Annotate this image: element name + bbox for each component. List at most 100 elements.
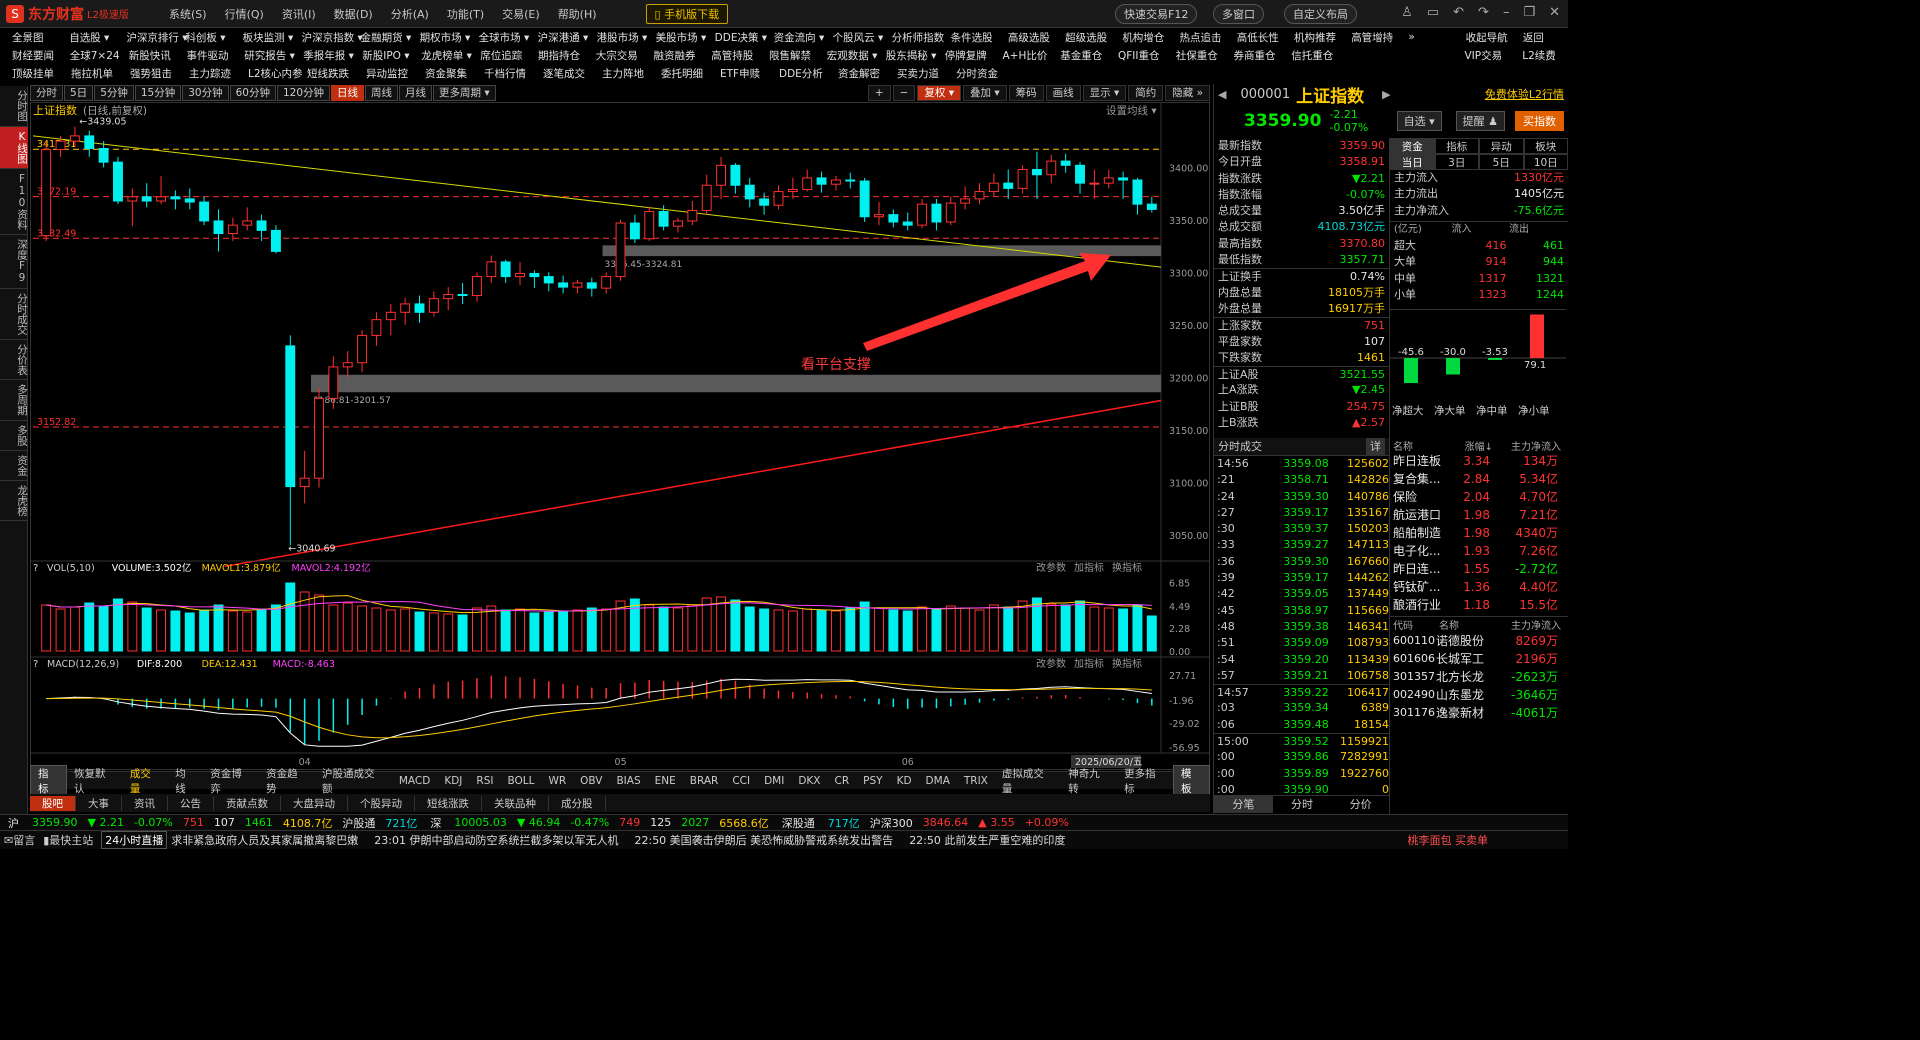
nav3-item-1[interactable]: 拖拉机单 <box>59 66 118 81</box>
menu-item-3[interactable]: 数据(D) <box>325 6 382 22</box>
candle-body[interactable] <box>859 180 870 218</box>
downtrend-line[interactable] <box>32 135 1162 268</box>
volume-bar[interactable] <box>874 607 884 652</box>
volume-bar[interactable] <box>328 604 339 652</box>
nav2-item-14[interactable]: 宏观数据 ▾ <box>815 48 878 63</box>
indicator-tab-27[interactable]: 模板 <box>1173 764 1210 797</box>
candle-body[interactable] <box>428 298 439 313</box>
volume-bar[interactable] <box>586 607 597 652</box>
volume-bar[interactable] <box>629 598 640 652</box>
nav2-item-6[interactable]: 新股IPO ▾ <box>350 48 409 63</box>
volume-bar[interactable] <box>84 602 95 652</box>
nav2-item-9[interactable]: 期指持仓 <box>526 48 584 63</box>
menu-item-6[interactable]: 交易(E) <box>493 6 549 22</box>
volume-bar[interactable] <box>357 605 368 652</box>
buy-index-button[interactable]: 买指数 <box>1515 111 1564 131</box>
candle-body[interactable] <box>400 303 411 313</box>
left-tab-4[interactable]: 分时成交 <box>0 289 28 340</box>
chart-tool-4[interactable]: 筹码 <box>1008 85 1044 101</box>
tick-tab-0[interactable]: 分笔 <box>1214 796 1273 813</box>
candle-body[interactable] <box>888 214 899 223</box>
volume-bar[interactable] <box>227 610 238 652</box>
vol-help-icon[interactable]: ? <box>33 563 38 574</box>
left-tab-3[interactable]: 深度F9 <box>0 235 28 289</box>
chart-tool-8[interactable]: 隐藏 » <box>1165 85 1210 101</box>
volume-bar[interactable] <box>1118 608 1129 652</box>
volume-bar[interactable] <box>270 604 281 652</box>
info-tab-2[interactable]: 资讯 <box>122 795 168 811</box>
candle-body[interactable] <box>342 362 353 368</box>
candle-body[interactable] <box>1132 179 1143 205</box>
volume-bar[interactable] <box>773 609 784 652</box>
candle-body[interactable] <box>615 222 626 278</box>
volume-bar[interactable] <box>945 605 956 652</box>
support-zone[interactable] <box>311 374 1161 393</box>
indicator-tab-19[interactable]: CR <box>828 775 857 787</box>
nav1-item-15[interactable]: 分析师指数 <box>880 30 945 45</box>
l2-trial-link[interactable]: 免费体验L2行情 <box>1485 86 1564 102</box>
nav1-item-16[interactable]: 条件选股 <box>939 30 996 45</box>
candle-body[interactable] <box>98 148 109 163</box>
nav1-item-4[interactable]: 板块监测 ▾ <box>231 30 294 45</box>
candle-body[interactable] <box>156 196 167 202</box>
candle-body[interactable] <box>256 220 267 231</box>
nav3-item-11[interactable]: 委托明细 <box>649 66 708 81</box>
indicator-tab-26[interactable]: 更多指标 <box>1117 766 1173 796</box>
volume-bar[interactable] <box>113 598 123 652</box>
candle-body[interactable] <box>586 282 597 289</box>
indicator-tab-17[interactable]: DMI <box>757 775 791 787</box>
sector-list[interactable]: 昨日连板 3.34 134万 复合集... 2.84 5.34亿 保险 2.04 4.70亿 航运… <box>1390 452 1568 614</box>
left-tab-6[interactable]: 多周期 <box>0 380 28 421</box>
volume-bar[interactable] <box>1146 615 1157 652</box>
period-tab-6[interactable]: 120分钟 <box>277 85 331 101</box>
left-tab-5[interactable]: 分价表 <box>0 340 28 380</box>
candle-body[interactable] <box>1089 182 1100 185</box>
candle-body[interactable] <box>55 140 66 151</box>
candle-body[interactable] <box>242 220 253 226</box>
candle-body[interactable] <box>199 201 210 222</box>
candle-body[interactable] <box>213 220 224 235</box>
candle-body[interactable] <box>1046 160 1057 176</box>
indicator-tab-0[interactable]: 指标 <box>30 764 67 797</box>
period-tab-2[interactable]: 5分钟 <box>94 85 134 101</box>
period-tab-7[interactable]: 日线 <box>331 85 365 101</box>
candle-body[interactable] <box>1031 169 1042 176</box>
fund-tab-3[interactable]: 板块 <box>1523 138 1568 154</box>
info-tab-9[interactable]: 成分股 <box>549 795 606 811</box>
fund-period-1[interactable]: 3日 <box>1434 154 1479 170</box>
ma-settings[interactable]: 设置均线 ▾ <box>1106 104 1157 117</box>
chart-tool-2[interactable]: 复权 ▾ <box>917 85 962 101</box>
candle-body[interactable] <box>874 214 884 218</box>
volume-bar[interactable] <box>1103 607 1114 652</box>
indicator-tab-1[interactable]: 恢复默认 <box>67 766 123 796</box>
stock-row[interactable]: 301357 北方长龙 -2623万 <box>1390 668 1568 686</box>
candle-body[interactable] <box>759 198 770 206</box>
stock-row[interactable]: 600110 诺德股份 8269万 <box>1390 632 1568 650</box>
nav3-item-8[interactable]: 千档行情 <box>472 66 531 81</box>
menu-item-1[interactable]: 行情(Q) <box>216 6 273 22</box>
volume-bar[interactable] <box>170 610 181 652</box>
nav3-item-2[interactable]: 强势狙击 <box>118 66 177 81</box>
nav1-item-12[interactable]: DDE决策 ▾ <box>703 30 767 45</box>
nav1-item-20[interactable]: 热点追击 <box>1168 30 1225 45</box>
volume-bar[interactable] <box>141 607 152 652</box>
uptrend-line[interactable] <box>224 399 1162 568</box>
volume-bar[interactable] <box>414 611 425 652</box>
candle-body[interactable] <box>687 209 698 222</box>
indicator-tab-22[interactable]: DMA <box>919 775 957 787</box>
volume-bar[interactable] <box>644 604 655 652</box>
minimize-icon[interactable]: – <box>1503 5 1510 20</box>
nav1-item-0[interactable]: 全景图 <box>0 30 57 45</box>
nav2-item-5[interactable]: 季报年报 ▾ <box>291 48 354 63</box>
candle-body[interactable] <box>515 272 525 278</box>
candle-body[interactable] <box>371 319 382 336</box>
volume-bar[interactable] <box>716 596 727 652</box>
volume-bar[interactable] <box>1075 600 1085 652</box>
volume-bar[interactable] <box>385 609 396 652</box>
indicator-tab-4[interactable]: 资金博弈 <box>203 766 259 796</box>
candle-body[interactable] <box>270 229 281 252</box>
nav2-item-8[interactable]: 席位追踪 <box>468 48 526 63</box>
volume-bar[interactable] <box>342 602 353 652</box>
indicator-tab-12[interactable]: OBV <box>573 775 609 787</box>
nav2-item-19[interactable]: QFII重仓 <box>1106 48 1164 63</box>
